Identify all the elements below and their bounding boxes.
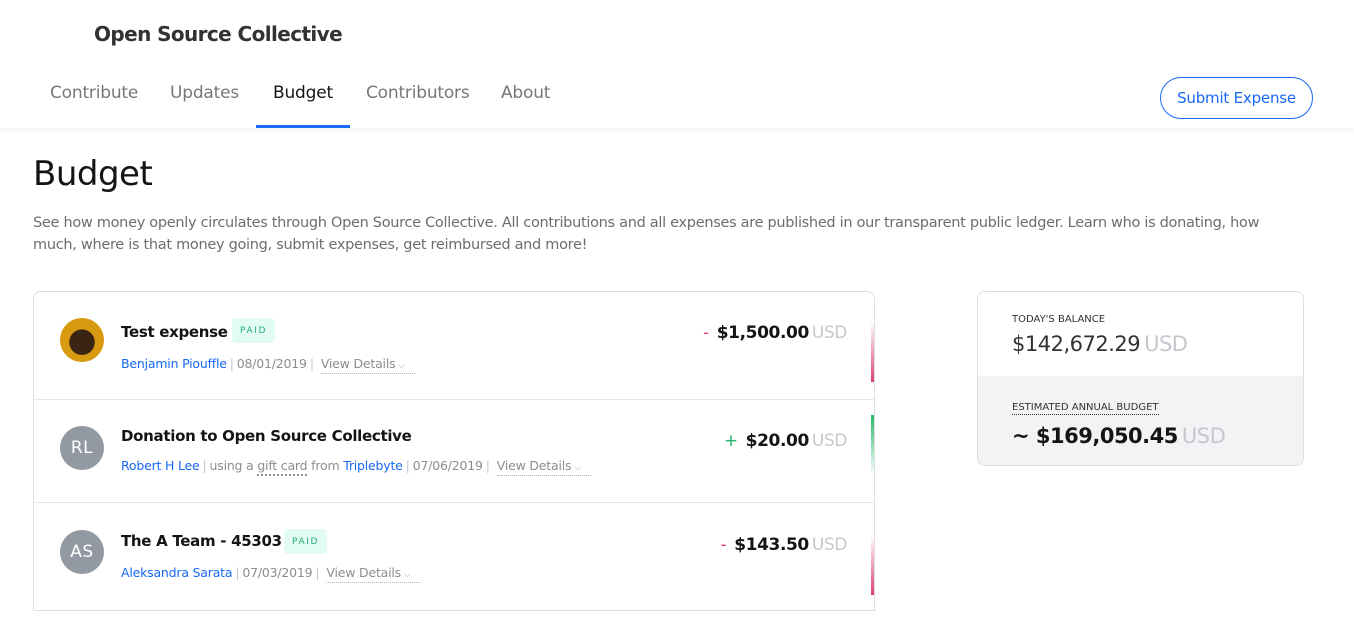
transaction-row: AS The A Team - 45303 PAID Aleksandra Sa… [34, 503, 874, 610]
transaction-title[interactable]: The A Team - 45303 [121, 532, 282, 550]
amount-currency: USD [811, 431, 848, 451]
amount-currency: USD [811, 535, 848, 555]
transactions-list: Test expense PAID Benjamin Piouffle | 08/0… [33, 291, 875, 611]
estimated-currency: USD [1181, 424, 1226, 448]
income-indicator [871, 415, 874, 475]
page-description: See how money openly circulates through … [33, 215, 1260, 253]
collective-header: Open Source Collective Contribute Update… [0, 0, 1354, 128]
amount-value: $143.50 [734, 535, 809, 555]
page-title: Budget [33, 154, 153, 194]
amount-value: $20.00 [745, 431, 810, 451]
tab-label: Budget [273, 83, 333, 103]
chevron-down-icon: ⌵ [574, 463, 581, 473]
transaction-meta: Aleksandra Sarata | 07/03/2019 | View Detail… [121, 565, 421, 583]
transaction-row: Test expense PAID Benjamin Piouffle | 08/0… [34, 292, 874, 400]
view-details-link[interactable]: View Details ⌵ [496, 458, 591, 476]
estimated-value: ~ $169,050.45 [1012, 424, 1178, 448]
submit-expense-button[interactable]: Submit Expense [1160, 77, 1313, 119]
separator: | [229, 356, 234, 371]
transaction-amount: + $20.00 USD [723, 431, 848, 451]
separator: | [315, 565, 320, 580]
separator: | [202, 458, 207, 473]
transaction-row: RL Donation to Open Source Collective Ro… [34, 400, 874, 503]
active-tab-indicator [256, 125, 350, 128]
todays-balance-section: TODAY'S BALANCE $142,672.29 USD [978, 292, 1303, 376]
tab-label: Contribute [50, 83, 139, 103]
source-link[interactable]: Triplebyte [343, 458, 403, 473]
transaction-date: 07/06/2019 [412, 458, 483, 473]
balance-card: TODAY'S BALANCE $142,672.29 USD ESTIMATED… [977, 291, 1304, 466]
estimated-budget-amount: ~ $169,050.45 USD [1012, 424, 1226, 448]
view-details-link[interactable]: View Details ⌵ [326, 565, 421, 583]
avatar[interactable]: AS [60, 530, 104, 574]
view-details-label: View Details [326, 565, 401, 580]
tab-contribute[interactable]: Contribute [50, 83, 138, 128]
chevron-down-icon: ⌵ [398, 361, 406, 371]
tab-about[interactable]: About [501, 83, 550, 128]
status-badge: PAID [284, 529, 327, 554]
author-link[interactable]: Robert H Lee [121, 458, 200, 473]
todays-balance-amount: $142,672.29 USD [1012, 332, 1188, 356]
transaction-date: 08/01/2019 [236, 356, 307, 371]
tab-contributors[interactable]: Contributors [366, 83, 470, 128]
amount-sign: - [720, 535, 727, 555]
separator: | [485, 458, 490, 473]
payment-method[interactable]: gift card [257, 458, 308, 476]
author-link[interactable]: Aleksandra Sarata [121, 565, 233, 580]
estimated-budget-label[interactable]: ESTIMATED ANNUAL BUDGET [1012, 402, 1159, 415]
expense-indicator [871, 535, 874, 595]
balance-value: $142,672.29 [1012, 332, 1141, 356]
transaction-title[interactable]: Test expense [121, 323, 228, 341]
amount-currency: USD [811, 323, 848, 343]
separator: | [405, 458, 410, 473]
status-badge: PAID [232, 318, 275, 343]
transaction-title[interactable]: Donation to Open Source Collective [121, 427, 412, 445]
author-link[interactable]: Benjamin Piouffle [121, 356, 227, 371]
transaction-date: 07/03/2019 [242, 565, 313, 580]
separator: | [309, 356, 314, 371]
amount-sign: - [703, 323, 709, 343]
transaction-meta: Benjamin Piouffle | 08/01/2019 | View Detail… [121, 356, 416, 374]
expense-indicator [871, 322, 874, 382]
separator: | [235, 565, 240, 580]
collective-name[interactable]: Open Source Collective [94, 22, 343, 46]
amount-value: $1,500.00 [716, 323, 810, 343]
avatar[interactable] [60, 318, 104, 362]
view-details-label: View Details [320, 356, 396, 371]
tab-label: Contributors [366, 83, 470, 103]
tab-label: About [501, 83, 551, 103]
via-text: using a [209, 458, 254, 473]
amount-sign: + [723, 431, 738, 451]
todays-balance-label: TODAY'S BALANCE [1012, 314, 1106, 325]
view-details-link[interactable]: View Details ⌵ [320, 356, 416, 374]
tab-label: Updates [170, 83, 240, 103]
chevron-down-icon: ⌵ [403, 570, 411, 580]
estimated-budget-section: ESTIMATED ANNUAL BUDGET ~ $169,050.45 USD [978, 376, 1303, 465]
from-text: from [311, 458, 340, 473]
tab-budget[interactable]: Budget [256, 83, 350, 128]
balance-currency: USD [1144, 332, 1188, 356]
transaction-amount: - $143.50 USD [721, 535, 848, 555]
transaction-amount: - $1,500.00 USD [703, 323, 847, 343]
transaction-meta: Robert H Lee | using a gift card from Trip… [121, 458, 591, 476]
view-details-label: View Details [496, 458, 572, 473]
avatar[interactable]: RL [60, 426, 104, 470]
tab-updates[interactable]: Updates [170, 83, 239, 128]
